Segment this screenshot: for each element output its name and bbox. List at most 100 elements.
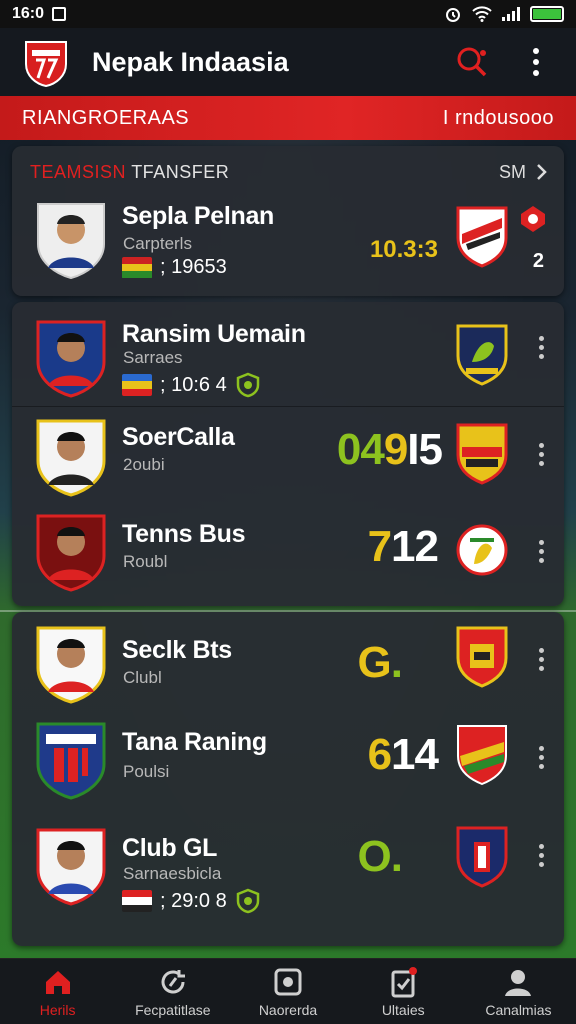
- player-name: Tana Raning: [122, 728, 267, 756]
- verified-shield-icon: [236, 888, 259, 914]
- search-icon: [457, 47, 487, 77]
- more-vert-icon: [533, 48, 539, 76]
- rankings-banner[interactable]: RIANGROERAAS I rndousooo: [0, 96, 576, 140]
- player-name: SoerCalla: [122, 423, 235, 451]
- flag-icon: [122, 374, 152, 396]
- player-club: Poulsi: [123, 762, 170, 781]
- flag-icon: [122, 890, 152, 912]
- player-avatar: [36, 514, 106, 592]
- player-avatar: [36, 419, 106, 497]
- list-item[interactable]: Seclk Bts Clubl G.: [12, 612, 564, 710]
- list-item[interactable]: Club GL Sarnaesbicla ; 29:0 8 O.: [12, 808, 564, 946]
- wifi-icon: [472, 6, 492, 22]
- search-button[interactable]: [452, 42, 492, 82]
- home-icon: [45, 970, 70, 994]
- status-bar: 16:0: [0, 0, 576, 28]
- list-item[interactable]: Ransim Uemain Sarraes ; 10:6 4: [12, 302, 564, 406]
- see-more-label: SM: [499, 161, 526, 182]
- score-green: 04: [336, 425, 385, 474]
- player-name: Tenns Bus: [122, 520, 246, 548]
- player-club: Sarraes: [123, 348, 183, 367]
- club-crest-icon: [456, 626, 508, 688]
- player-meta: ; 19653: [122, 256, 227, 279]
- row-menu-button[interactable]: [539, 443, 544, 466]
- score-white: 12: [391, 522, 439, 571]
- score-yellow: 7: [367, 522, 393, 571]
- overflow-menu-button[interactable]: [516, 42, 556, 82]
- player-score: O.: [358, 832, 403, 882]
- player-name: Club GL: [122, 834, 218, 862]
- rank-number: 2: [532, 250, 544, 272]
- nav-profile[interactable]: Canalmias: [461, 959, 576, 1024]
- row-menu-button[interactable]: [539, 844, 544, 867]
- player-meta-text: ; 10:6 4: [160, 373, 227, 396]
- club-crest-icon: [456, 206, 508, 268]
- score-white: 14: [391, 730, 439, 779]
- banner-right-text: I rndousooo: [442, 106, 554, 129]
- chevron-right-icon: [537, 164, 547, 180]
- nav-label: Ultaies: [381, 1001, 425, 1018]
- app-bar: Nepak Indaasia: [0, 28, 576, 96]
- refresh-icon: [161, 969, 185, 993]
- player-avatar: [37, 203, 105, 280]
- nav-label: Naorerda: [258, 1001, 318, 1018]
- clipboard-icon: [391, 966, 418, 997]
- player-meta: ; 29:0 8: [122, 888, 261, 914]
- player-list-card: Ransim Uemain Sarraes ; 10:6 4 SoerCalla…: [12, 302, 564, 606]
- row-menu-button[interactable]: [539, 540, 544, 563]
- list-item[interactable]: Sepla Pelnan Carpterls ; 19653 10.3:3 2: [12, 188, 564, 284]
- score-dot: .: [390, 638, 403, 687]
- player-name: Sepla Pelnan: [122, 202, 275, 230]
- transfer-value: 10.3:3: [369, 236, 438, 263]
- player-score: 049I5: [336, 425, 443, 475]
- list-item[interactable]: Tana Raning Poulsi 614: [12, 710, 564, 808]
- see-more-button[interactable]: SM: [499, 162, 548, 183]
- bottom-navigation: Herils Fecpatitlase Naorerda Ultaies Can…: [0, 958, 576, 1024]
- card-title: TEAMSISN TFANSFER: [30, 162, 229, 183]
- club-crest-icon: [456, 826, 508, 888]
- player-club: Roubl: [123, 552, 168, 571]
- player-score: G.: [357, 638, 403, 688]
- battery-icon: [530, 6, 564, 22]
- player-club: Clubl: [123, 668, 162, 687]
- row-menu-button[interactable]: [539, 746, 544, 769]
- app-title: Nepak Indaasia: [92, 46, 289, 77]
- player-club: Sarnaesbicla: [123, 864, 222, 883]
- nav-records[interactable]: Naorerda: [230, 959, 345, 1024]
- nav-home[interactable]: Herils: [0, 959, 115, 1024]
- player-club: Carpterls: [123, 234, 192, 253]
- nav-updates[interactable]: Ultaies: [346, 959, 461, 1024]
- flag-icon: [122, 256, 152, 279]
- player-avatar: [36, 626, 106, 704]
- notification-icon: [52, 7, 67, 21]
- nav-transfers[interactable]: Fecpatitlase: [115, 959, 230, 1024]
- score-dot: .: [390, 832, 403, 881]
- card-title-rest: TFANSFER: [126, 161, 230, 182]
- nav-label: Fecpatitlase: [135, 1001, 211, 1018]
- list-item[interactable]: Tenns Bus Roubl 712: [12, 502, 564, 606]
- score-yellow: 6: [367, 730, 393, 779]
- club-crest-icon: [457, 725, 507, 786]
- app-logo: [25, 41, 67, 88]
- club-crest-icon: [456, 524, 508, 576]
- list-item[interactable]: SoerCalla 2oubi 049I5: [12, 406, 564, 502]
- player-club: 2oubi: [123, 455, 165, 474]
- verified-shield-icon: [236, 372, 259, 398]
- player-meta: ; 10:6 4: [122, 372, 261, 398]
- status-time: 16:0: [12, 5, 45, 22]
- row-menu-button[interactable]: [539, 648, 544, 671]
- rank-badge-icon: [521, 206, 545, 232]
- player-list-card: Seclk Bts Clubl G. Tana Raning Poulsi 61…: [12, 612, 564, 946]
- record-icon: [274, 968, 302, 995]
- club-crest-icon: [456, 423, 508, 485]
- player-meta-text: ; 19653: [160, 256, 227, 278]
- player-score: 712: [367, 522, 439, 572]
- player-score: 614: [367, 730, 439, 780]
- club-crest-icon: [456, 324, 508, 386]
- nav-label: Herils: [39, 1001, 76, 1018]
- score-white: I5: [407, 425, 443, 474]
- score-yellow: G: [357, 638, 392, 687]
- player-avatar: [36, 828, 106, 906]
- row-menu-button[interactable]: [539, 336, 544, 359]
- player-avatar: [36, 722, 106, 800]
